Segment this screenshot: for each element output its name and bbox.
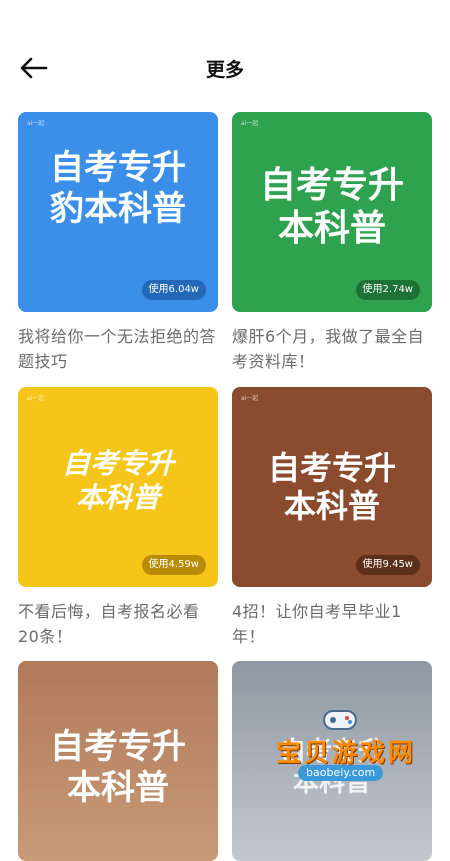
- template-card[interactable]: ai一起 自考专升 本科普 使用4.59w 不看后悔，自考报名必看20条！: [18, 387, 218, 649]
- watermark-text: 宝贝游戏网: [276, 738, 417, 767]
- cover-title-line: 本科普: [283, 487, 380, 526]
- cover-title-line: 本科普: [277, 208, 386, 250]
- usage-badge: 使用6.04w: [141, 280, 206, 300]
- cover-tag: ai一起: [241, 120, 259, 127]
- usage-badge: 使用4.59w: [141, 555, 206, 575]
- template-card[interactable]: 自考专升 本科普: [18, 661, 218, 861]
- cover-title: 自考专升 豹本科普: [18, 148, 218, 230]
- top-bar: 更多: [0, 0, 450, 110]
- cover-title-line: 本科普: [75, 480, 160, 514]
- page-title: 更多: [205, 59, 244, 81]
- template-caption[interactable]: 不看后悔，自考报名必看20条！: [18, 599, 218, 649]
- cover-tag: ai一起: [27, 120, 45, 127]
- template-cover[interactable]: ai一起 自考专升 本科普 使用4.59w: [18, 387, 218, 587]
- cover-title-line: 自考专升: [267, 449, 396, 487]
- cover-title-line: 本科普: [67, 767, 169, 808]
- cover-tag: ai一起: [27, 395, 45, 402]
- watermark-logo: 宝贝游戏网 baobeiy.com: [250, 705, 430, 785]
- template-card[interactable]: ai一起 自考专升 本科普 使用9.45w 4招！让你自考早毕业1年！: [232, 387, 432, 649]
- cover-title: 自考专升 本科普: [18, 447, 218, 514]
- cover-title: 自考专升 本科普: [232, 164, 432, 250]
- gamepad-icon: [323, 710, 357, 730]
- cover-title-line: 自考专升: [259, 165, 404, 206]
- template-card[interactable]: ai一起 自考专升 本科普 使用2.74w 爆肝6个月，我做了最全自考资料库！: [232, 112, 432, 374]
- template-caption[interactable]: 4招！让你自考早毕业1年！: [232, 599, 432, 649]
- cover-title-line: 自考专升: [61, 447, 174, 480]
- template-cover[interactable]: ai一起 自考专升 本科普 使用2.74w: [232, 112, 432, 312]
- template-card[interactable]: ai一起 自考专升 豹本科普 使用6.04w 我将给你一个无法拒绝的答题技巧: [18, 112, 218, 374]
- cover-title-line: 自考专升: [50, 727, 186, 767]
- watermark-url: baobeiy.com: [298, 765, 384, 781]
- cover-title-line: 自考专升: [50, 148, 186, 188]
- usage-badge: 使用9.45w: [355, 555, 420, 575]
- template-caption[interactable]: 我将给你一个无法拒绝的答题技巧: [18, 324, 218, 374]
- template-cover[interactable]: ai一起 自考专升 豹本科普 使用6.04w: [18, 112, 218, 312]
- cover-tag: ai一起: [241, 395, 259, 402]
- template-cover[interactable]: ai一起 自考专升 本科普 使用9.45w: [232, 387, 432, 587]
- cover-title: 自考专升 本科普: [18, 727, 218, 809]
- cover-title: 自考专升 本科普: [232, 449, 432, 526]
- template-caption[interactable]: 爆肝6个月，我做了最全自考资料库！: [232, 324, 432, 374]
- usage-badge: 使用2.74w: [355, 280, 420, 300]
- template-cover[interactable]: 自考专升 本科普: [18, 661, 218, 861]
- cover-title-line: 豹本科普: [50, 188, 186, 229]
